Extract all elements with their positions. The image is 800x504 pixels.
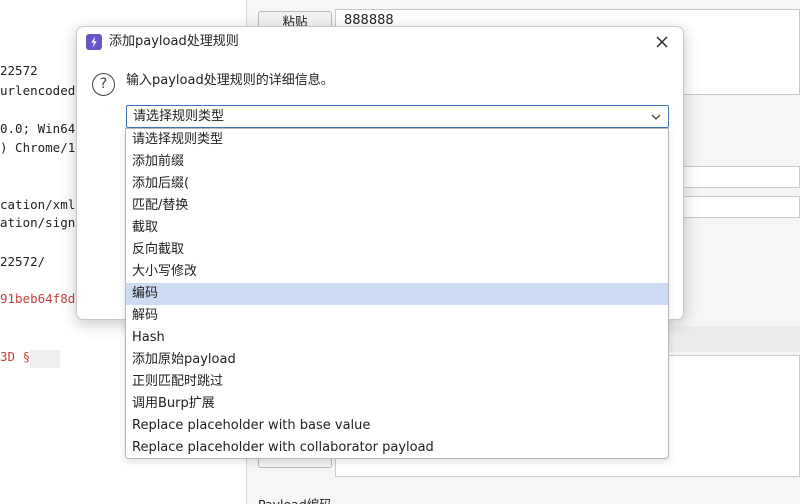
option-invoke-burp-extension[interactable]: 调用Burp扩展 [126, 393, 668, 415]
request-line: cation/xml [0, 197, 76, 212]
option-modify-case[interactable]: 大小写修改 [126, 261, 668, 283]
request-line: urlencoded [0, 83, 76, 98]
payload-position-highlight [30, 350, 60, 368]
option-match-replace[interactable]: 匹配/替换 [126, 195, 668, 217]
option-hash[interactable]: Hash [126, 327, 668, 349]
option-encode[interactable]: 编码 [126, 283, 668, 305]
question-icon: ? [92, 73, 115, 96]
burp-logo-icon [86, 34, 102, 50]
request-line: ) Chrome/1 [0, 140, 76, 155]
chevron-down-icon [650, 111, 662, 123]
payload-encoding-label: Payload编码 [258, 494, 332, 504]
request-line: 22572/ [0, 254, 46, 269]
option-skip-if-matches-regex[interactable]: 正则匹配时跳过 [126, 371, 668, 393]
option-reverse-substring[interactable]: 反向截取 [126, 239, 668, 261]
request-line: 22572 [0, 63, 38, 78]
rule-type-select-value: 请选择规则类型 [133, 109, 225, 124]
payload-marker-line: 3D § [0, 349, 31, 364]
option-add-raw-payload[interactable]: 添加原始payload [126, 349, 668, 371]
option-substring[interactable]: 截取 [126, 217, 668, 239]
option-replace-collaborator[interactable]: Replace placeholder with collaborator pa… [126, 437, 668, 458]
request-line: ation/sign [0, 215, 76, 230]
request-line: 91beb64f8d [0, 291, 76, 306]
option-select-rule-type[interactable]: 请选择规则类型 [126, 129, 668, 151]
rule-type-dropdown: 请选择规则类型 添加前缀 添加后缀( 匹配/替换 截取 反向截取 大小写修改 编… [125, 128, 669, 459]
option-decode[interactable]: 解码 [126, 305, 668, 327]
rule-type-select[interactable]: 请选择规则类型 [126, 105, 669, 128]
option-replace-base-value[interactable]: Replace placeholder with base value [126, 415, 668, 437]
dialog-message: 输入payload处理规则的详细信息。 [126, 73, 334, 88]
option-add-suffix[interactable]: 添加后缀( [126, 173, 668, 195]
close-icon[interactable] [653, 33, 671, 51]
option-add-prefix[interactable]: 添加前缀 [126, 151, 668, 173]
dialog-title: 添加payload处理规则 [109, 34, 239, 49]
request-line: 0.0; Win64 [0, 121, 76, 136]
